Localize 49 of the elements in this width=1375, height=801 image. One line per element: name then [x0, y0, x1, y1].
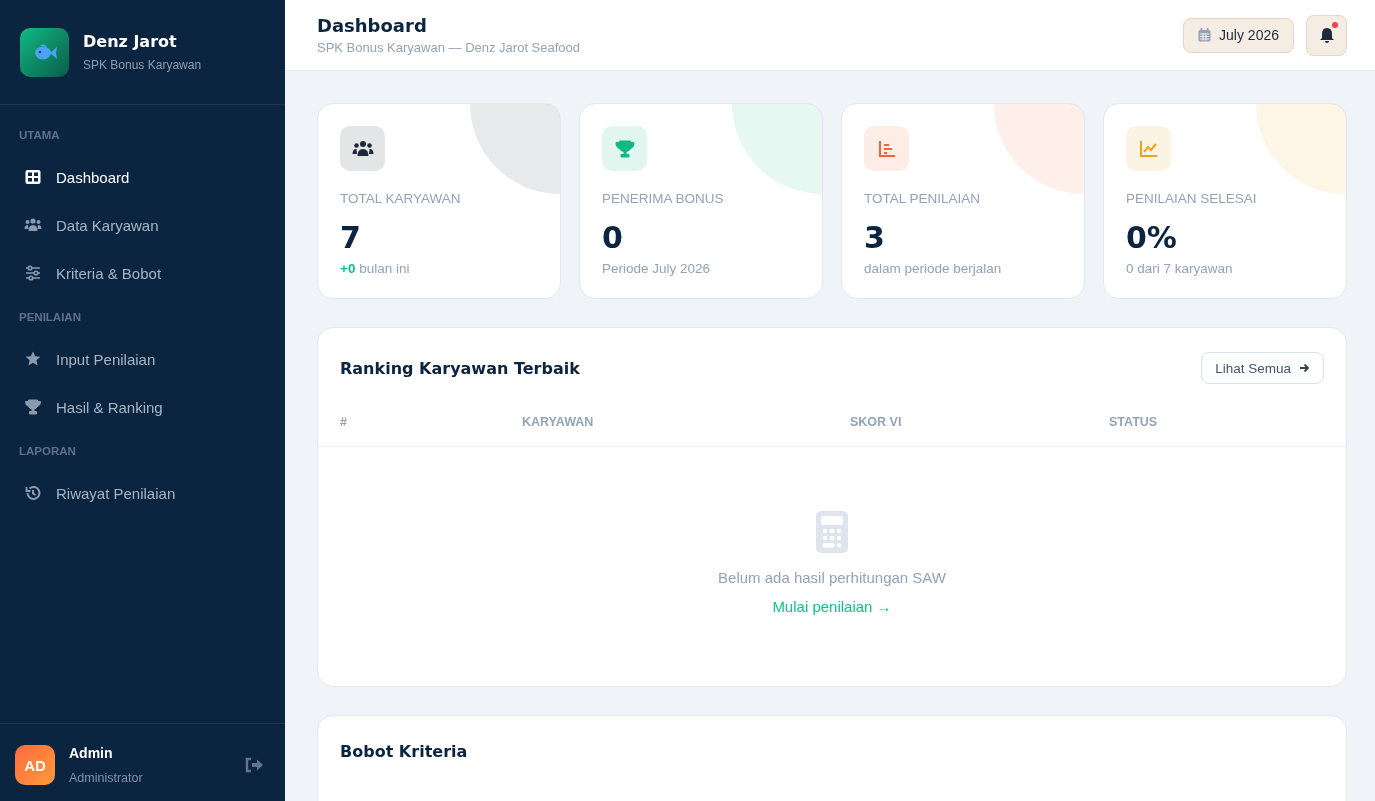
brand-name: Denz Jarot	[83, 32, 178, 51]
grid-icon	[24, 168, 42, 186]
nav-item[interactable]: Hasil & Ranking	[0, 383, 285, 431]
stat-label: TOTAL PENILAIAN	[864, 191, 981, 206]
stat-label: PENILAIAN SELESAI	[1126, 191, 1257, 206]
see-all-button[interactable]: Lihat Semua	[1201, 352, 1324, 384]
user-name: Admin	[69, 745, 114, 761]
empty-message: Belum ada hasil perhitungan SAW	[718, 569, 946, 586]
user-avatar: AD	[15, 745, 55, 785]
nav-section-title: PENILAIAN	[18, 311, 82, 323]
stat-value: 3	[864, 220, 885, 255]
nav-section-title: LAPORAN	[18, 445, 77, 457]
period-button[interactable]: July 2026	[1183, 17, 1294, 53]
stat-note: +0 bulan ini	[340, 261, 410, 276]
stat-note: dalam periode berjalan	[864, 261, 1002, 276]
calendar-icon	[1198, 28, 1212, 42]
nav-section-title: UTAMA	[18, 129, 61, 141]
arrow-right-icon	[1299, 363, 1310, 373]
stat-value: 0%	[1126, 220, 1177, 255]
notification-button[interactable]	[1306, 14, 1347, 56]
stat-label: TOTAL KARYAWAN	[340, 191, 461, 206]
page-title: Dashboard	[317, 15, 428, 36]
column-header: SKOR VI	[850, 415, 903, 429]
card-title: Ranking Karyawan Terbaik	[340, 358, 580, 378]
nav-item[interactable]: Riwayat Penilaian	[0, 469, 285, 517]
history-icon	[24, 484, 42, 502]
stat-value: 7	[340, 220, 361, 255]
stat-label: PENERIMA BONUS	[602, 191, 724, 206]
users-icon	[24, 216, 42, 234]
column-header: STATUS	[1109, 415, 1159, 429]
logout-button[interactable]	[244, 757, 264, 773]
stat-note: 0 dari 7 karyawan	[1126, 261, 1233, 276]
user-role: Administrator	[69, 771, 144, 785]
fish-logo-icon	[20, 27, 69, 77]
stat-value: 0	[602, 220, 623, 255]
sliders-icon	[24, 264, 42, 282]
nav-item[interactable]: Input Penilaian	[0, 335, 285, 383]
stat-note: Periode July 2026	[602, 261, 711, 276]
nav-item[interactable]: Data Karyawan	[0, 201, 285, 249]
nav-item[interactable]: Dashboard	[0, 153, 285, 201]
page-subtitle: SPK Bonus Karyawan — Denz Jarot Seafood	[317, 40, 582, 55]
column-header: #	[340, 415, 348, 429]
brand-subtitle: SPK Bonus Karyawan	[83, 58, 202, 72]
calculator-icon	[816, 511, 848, 553]
trophy-icon	[24, 398, 42, 416]
nav-item[interactable]: Kriteria & Bobot	[0, 249, 285, 297]
card-title: Bobot Kriteria	[340, 742, 468, 761]
star-icon	[24, 350, 42, 368]
column-header: KARYAWAN	[522, 415, 595, 429]
